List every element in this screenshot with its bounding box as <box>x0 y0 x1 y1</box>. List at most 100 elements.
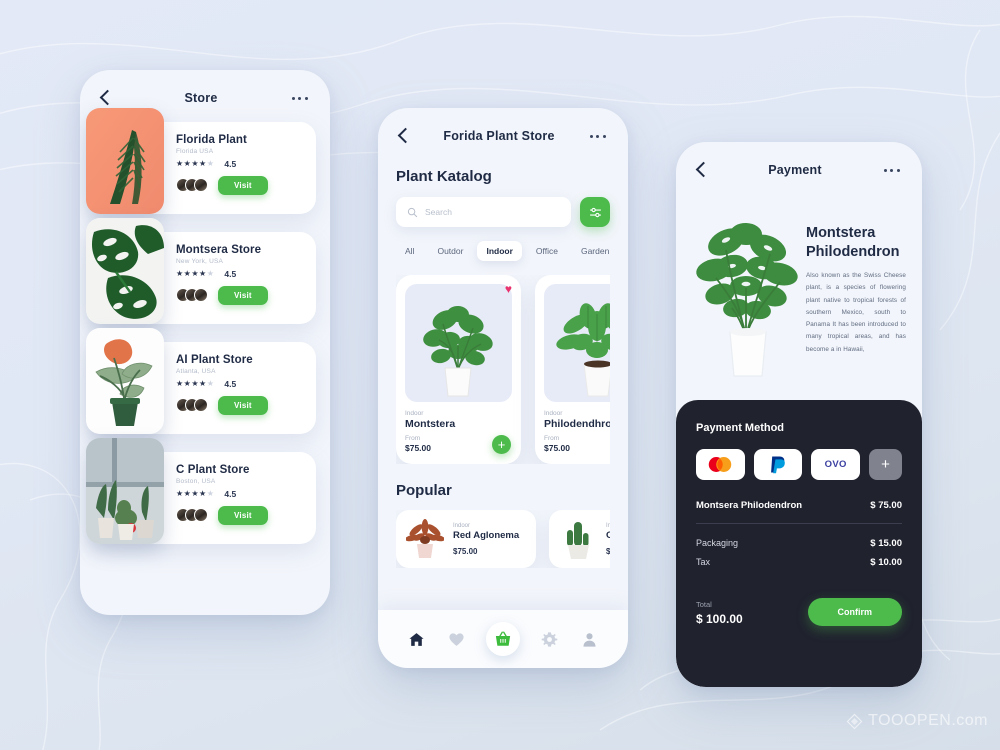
popular-scroller[interactable]: Indoor Red Aglonema $75.00 In C $ <box>396 510 610 568</box>
fee-label: Packaging <box>696 538 739 548</box>
page-title: Forida Plant Store <box>443 129 555 143</box>
payment-panel: Payment Method OVO + Montsera Philodendr… <box>676 400 922 687</box>
popular-category: Indoor <box>606 522 610 529</box>
chip-all[interactable]: All <box>396 241 423 261</box>
visit-button[interactable]: Visit <box>218 395 268 415</box>
chip-office[interactable]: Office <box>527 241 567 261</box>
store-rating-row: ★★★★★ 4.5 <box>176 269 306 279</box>
plant-category: Indoor <box>544 410 563 417</box>
plant-image <box>405 284 512 402</box>
tab-cart[interactable] <box>485 622 520 656</box>
star-rating-icon: ★★★★★ <box>176 489 215 498</box>
catalog-topbar: Forida Plant Store <box>378 108 628 152</box>
plant-card[interactable]: Indoor Philodendhron From $75.00 <box>535 275 610 464</box>
catalog-body: Plant Katalog Search All Outdor Indoor O… <box>378 168 628 568</box>
fee-value: $ 15.00 <box>870 538 902 549</box>
rating-value: 4.5 <box>224 488 237 499</box>
plant-card-scroller[interactable]: ♥ Indoor Montstera From $75.00 + Indoor … <box>396 275 610 464</box>
back-chevron-icon[interactable] <box>98 90 114 106</box>
avatar-group <box>176 178 208 192</box>
popular-category: Indoor <box>453 522 471 529</box>
add-to-cart-button[interactable]: + <box>492 435 511 454</box>
total-block: Total $ 100.00 <box>696 600 743 626</box>
home-icon <box>409 632 424 646</box>
category-chips: All Outdor Indoor Office Garden <box>396 241 610 261</box>
visit-button[interactable]: Visit <box>218 175 268 195</box>
tab-settings[interactable] <box>538 628 560 650</box>
plant-image <box>544 284 610 402</box>
add-payment-method-button[interactable]: + <box>869 449 903 480</box>
basket-icon <box>495 631 511 646</box>
store-location: New York, USA <box>176 257 224 265</box>
store-location: Atlanta, USA <box>176 367 216 375</box>
paypal-icon <box>771 456 785 474</box>
more-options-icon[interactable] <box>586 131 610 142</box>
store-rating-row: ★★★★★ 4.5 <box>176 379 306 389</box>
popular-name: Red Aglonema <box>453 529 520 541</box>
gear-icon <box>541 631 558 647</box>
star-rating-icon: ★★★★★ <box>176 379 215 388</box>
store-card[interactable]: C Plant Store Boston, USA ★★★★★ 4.5 Visi… <box>86 438 316 544</box>
payment-method-heading: Payment Method <box>696 422 785 434</box>
visit-button[interactable]: Visit <box>218 505 268 525</box>
divider <box>696 523 902 524</box>
store-card[interactable]: Montsera Store New York, USA ★★★★★ 4.5 V… <box>86 218 316 324</box>
payment-method-mastercard[interactable] <box>696 449 745 480</box>
popular-plant-image <box>405 518 445 560</box>
plant-card[interactable]: ♥ Indoor Montstera From $75.00 + <box>396 275 521 464</box>
chip-outdor[interactable]: Outdor <box>428 241 472 261</box>
avatar-group <box>176 398 208 412</box>
fee-row-packaging: Packaging $ 15.00 <box>696 538 902 549</box>
more-options-icon[interactable] <box>880 165 904 176</box>
store-info: Montsera Store New York, USA ★★★★★ 4.5 V… <box>176 244 306 305</box>
product-description: Also known as the Swiss Cheese plant, is… <box>806 272 906 353</box>
popular-name: Cactus <box>606 529 610 541</box>
search-input[interactable]: Search <box>396 197 571 227</box>
payment-method-ovo[interactable]: OVO <box>811 449 861 480</box>
search-icon <box>407 207 418 217</box>
popular-heading: Popular <box>396 482 452 499</box>
more-options-icon[interactable] <box>288 93 312 104</box>
back-chevron-icon[interactable] <box>694 162 710 178</box>
tab-home[interactable] <box>405 628 427 650</box>
payment-methods: OVO + <box>696 449 903 480</box>
chip-garden[interactable]: Garden <box>572 241 618 261</box>
line-item-value: $ 75.00 <box>870 500 902 511</box>
store-name: C Plant Store <box>176 464 250 476</box>
store-name: Montsera Store <box>176 244 262 256</box>
page-title: Payment <box>768 163 822 177</box>
favorite-heart-icon[interactable]: ♥ <box>505 283 512 295</box>
star-rating-icon: ★★★★★ <box>176 269 215 278</box>
tab-profile[interactable] <box>579 628 601 650</box>
mastercard-icon <box>709 457 732 472</box>
store-action-row: Visit <box>176 285 306 305</box>
store-info: Florida Plant Florida USA ★★★★★ 4.5 Visi… <box>176 134 306 195</box>
filter-button[interactable] <box>580 197 610 227</box>
total-value: $ 100.00 <box>696 612 743 626</box>
store-card[interactable]: Florida Plant Florida USA ★★★★★ 4.5 Visi… <box>86 108 316 214</box>
store-action-row: Visit <box>176 175 306 195</box>
avatar-group <box>176 288 208 302</box>
search-placeholder: Search <box>425 207 452 217</box>
store-action-row: Visit <box>176 505 306 525</box>
visit-button[interactable]: Visit <box>218 285 268 305</box>
watermark: TOOOPEN.com <box>846 712 988 730</box>
store-card[interactable]: AI Plant Store Atlanta, USA ★★★★★ 4.5 Vi… <box>86 328 316 434</box>
total-row: Total $ 100.00 Confirm <box>696 598 902 626</box>
store-rating-row: ★★★★★ 4.5 <box>176 159 306 169</box>
popular-card[interactable]: Indoor Cactus $75.00 <box>549 510 610 568</box>
chip-indoor[interactable]: Indoor <box>477 241 522 261</box>
phone-screen-payment: Payment Montstera Philodendron Also know… <box>676 142 922 687</box>
tab-favorites[interactable] <box>446 628 468 650</box>
total-label: Total <box>696 600 712 609</box>
fee-label: Tax <box>696 557 711 567</box>
payment-method-paypal[interactable] <box>753 449 803 480</box>
phone-screen-catalog: Forida Plant Store Plant Katalog Search <box>378 108 628 668</box>
confirm-button[interactable]: Confirm <box>807 598 902 626</box>
watermark-text: TOOOPEN.com <box>868 712 988 729</box>
back-chevron-icon[interactable] <box>396 128 412 144</box>
popular-price: $75.00 <box>606 546 610 556</box>
popular-card[interactable]: Indoor Red Aglonema $75.00 <box>396 510 536 568</box>
search-row: Search <box>396 197 610 227</box>
popular-info: Indoor Cactus $75.00 <box>606 523 610 556</box>
